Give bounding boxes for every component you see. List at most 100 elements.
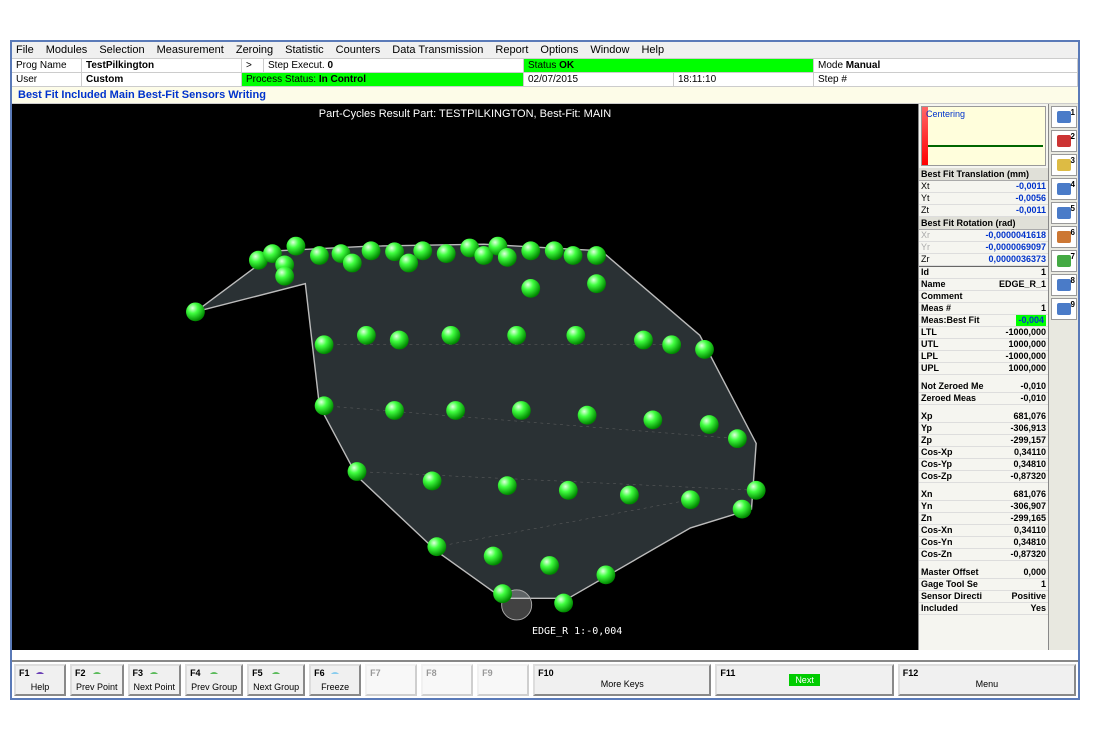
measurement-sphere[interactable] <box>423 472 442 491</box>
side-tool-4[interactable]: 4 <box>1051 178 1077 200</box>
side-tool-8[interactable]: 8 <box>1051 274 1077 296</box>
measurement-sphere[interactable] <box>564 246 583 265</box>
measurement-sphere[interactable] <box>493 584 512 603</box>
status-cell: Status OK <box>524 59 814 72</box>
fkey-f1[interactable]: F1Help <box>14 664 66 696</box>
fkey-f11[interactable]: F11Next <box>715 664 893 696</box>
detail-not-zeroed-me: Not Zeroed Me-0,010 <box>919 381 1048 393</box>
detail-cos-xp: Cos-Xp0,34110 <box>919 447 1048 459</box>
menu-options[interactable]: Options <box>540 44 578 56</box>
menu-report[interactable]: Report <box>495 44 528 56</box>
detail-comment: Comment <box>919 291 1048 303</box>
measurement-sphere[interactable] <box>484 547 503 566</box>
detail-ltl: LTL-1000,000 <box>919 327 1048 339</box>
measurement-sphere[interactable] <box>310 246 329 265</box>
menu-zeroing[interactable]: Zeroing <box>236 44 273 56</box>
measurement-sphere[interactable] <box>597 565 616 584</box>
detail-yp: Yp-306,913 <box>919 423 1048 435</box>
measurement-sphere[interactable] <box>643 410 662 429</box>
fkey-f3[interactable]: F3Next Point <box>128 664 182 696</box>
measurement-sphere[interactable] <box>578 406 597 425</box>
3d-viewport[interactable]: Part-Cycles Result Part: TESTPILKINGTON,… <box>12 104 918 650</box>
side-tool-6[interactable]: 6 <box>1051 226 1077 248</box>
menu-selection[interactable]: Selection <box>99 44 144 56</box>
edge-label: EDGE_R 1:-0,004 <box>532 626 622 637</box>
side-tool-2[interactable]: 2 <box>1051 130 1077 152</box>
measurement-sphere[interactable] <box>521 279 540 298</box>
measurement-sphere[interactable] <box>186 302 205 321</box>
measurement-sphere[interactable] <box>587 246 606 265</box>
fkey-f4[interactable]: F4Prev Group <box>185 664 243 696</box>
part-shape <box>195 244 756 598</box>
menu-data-transmission[interactable]: Data Transmission <box>392 44 483 56</box>
measurement-sphere[interactable] <box>357 326 376 345</box>
centering-chart[interactable]: Centering <box>921 106 1046 166</box>
mode-cell: Mode Manual <box>814 59 1078 72</box>
measurement-sphere[interactable] <box>427 537 446 556</box>
measurement-sphere[interactable] <box>442 326 461 345</box>
fkey-f6[interactable]: F6Freeze <box>309 664 361 696</box>
side-tool-9[interactable]: 9 <box>1051 298 1077 320</box>
menu-help[interactable]: Help <box>641 44 664 56</box>
measurement-sphere[interactable] <box>348 462 367 481</box>
menu-counters[interactable]: Counters <box>336 44 381 56</box>
status-bar: Best Fit Included Main Best-Fit Sensors … <box>12 87 1078 104</box>
measurement-sphere[interactable] <box>413 241 432 260</box>
menu-window[interactable]: Window <box>590 44 629 56</box>
measurement-sphere[interactable] <box>507 326 526 345</box>
side-tool-1[interactable]: 1 <box>1051 106 1077 128</box>
measurement-sphere[interactable] <box>733 500 752 519</box>
side-tool-7[interactable]: 7 <box>1051 250 1077 272</box>
measurement-sphere[interactable] <box>521 241 540 260</box>
measurement-sphere[interactable] <box>634 331 653 350</box>
measurement-sphere[interactable] <box>587 274 606 293</box>
detail-xn: Xn681,076 <box>919 489 1048 501</box>
measurement-sphere[interactable] <box>700 415 719 434</box>
measurement-sphere[interactable] <box>681 490 700 509</box>
measurement-sphere[interactable] <box>540 556 559 575</box>
menu-file[interactable]: File <box>16 44 34 56</box>
menu-statistic[interactable]: Statistic <box>285 44 324 56</box>
detail-gage-tool-se: Gage Tool Se1 <box>919 579 1048 591</box>
measurement-sphere[interactable] <box>315 335 334 354</box>
measurement-sphere[interactable] <box>498 476 517 495</box>
measurement-sphere[interactable] <box>343 254 362 273</box>
fkey-f10[interactable]: F10More Keys <box>533 664 711 696</box>
measurement-sphere[interactable] <box>315 396 334 415</box>
measurement-sphere[interactable] <box>275 267 294 286</box>
date-cell: 02/07/2015 <box>524 73 674 86</box>
menu-measurement[interactable]: Measurement <box>157 44 224 56</box>
time-cell: 18:11:10 <box>674 73 814 86</box>
side-tool-5[interactable]: 5 <box>1051 202 1077 224</box>
fkey-f8: F8 <box>421 664 473 696</box>
measurement-sphere[interactable] <box>545 241 564 260</box>
detail-meas-best-fit: Meas:Best Fit-0,004 <box>919 315 1048 327</box>
measurement-sphere[interactable] <box>437 244 456 263</box>
measurement-sphere[interactable] <box>728 429 747 448</box>
side-tool-3[interactable]: 3 <box>1051 154 1077 176</box>
measurement-sphere[interactable] <box>554 594 573 613</box>
fkey-f2[interactable]: F2Prev Point <box>70 664 124 696</box>
measurement-sphere[interactable] <box>385 401 404 420</box>
app-window: File Modules Selection Measurement Zeroing St… <box>10 40 1080 700</box>
measurement-sphere[interactable] <box>498 248 517 267</box>
fkey-f12[interactable]: F12Menu <box>898 664 1076 696</box>
measurement-sphere[interactable] <box>390 331 409 350</box>
measurement-sphere[interactable] <box>662 335 681 354</box>
measurement-sphere[interactable] <box>559 481 578 500</box>
measurement-sphere[interactable] <box>512 401 531 420</box>
measurement-sphere[interactable] <box>446 401 465 420</box>
fkey-f5[interactable]: F5Next Group <box>247 664 305 696</box>
measurement-sphere[interactable] <box>399 254 418 273</box>
bf-trans-header: Best Fit Translation (mm) <box>919 168 1048 181</box>
user-label: User <box>12 73 82 86</box>
measurement-sphere[interactable] <box>620 486 639 505</box>
detail-utl: UTL1000,000 <box>919 339 1048 351</box>
measurement-sphere[interactable] <box>747 481 766 500</box>
measurement-sphere[interactable] <box>287 237 306 256</box>
measurement-sphere[interactable] <box>566 326 585 345</box>
prog-name-label: Prog Name <box>12 59 82 72</box>
measurement-sphere[interactable] <box>695 340 714 359</box>
menu-modules[interactable]: Modules <box>46 44 88 56</box>
measurement-sphere[interactable] <box>362 241 381 260</box>
